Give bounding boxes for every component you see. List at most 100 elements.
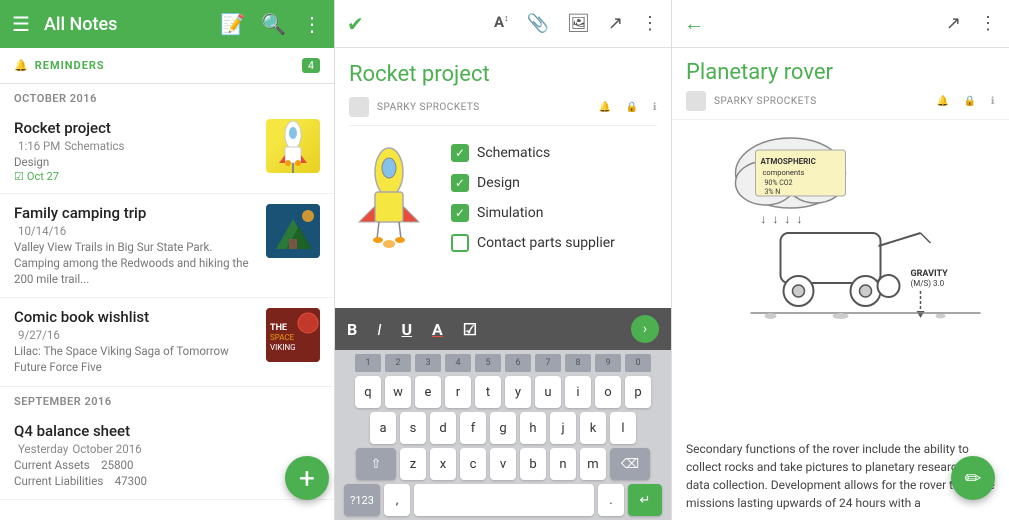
key-n[interactable]: n (550, 448, 576, 480)
key-i[interactable]: i (565, 376, 591, 408)
key-t[interactable]: t (475, 376, 501, 408)
key-j[interactable]: j (550, 412, 576, 444)
edit-note-fab[interactable]: ✏ (951, 456, 995, 500)
note-content-balance: Q4 balance sheet YesterdayOctober 2016 C… (14, 422, 320, 489)
kb-numbers-row: 1 2 3 4 5 6 7 8 9 0 (337, 354, 669, 372)
check-icon[interactable]: ✔ (347, 12, 364, 36)
key-a[interactable]: a (370, 412, 396, 444)
key-numbers[interactable]: ?123 (344, 484, 380, 516)
key-enter[interactable]: ↵ (628, 484, 662, 516)
key-period[interactable]: . (598, 484, 624, 516)
format-next-arrow[interactable]: › (631, 315, 659, 343)
key-space[interactable] (414, 484, 594, 516)
checkbox-2[interactable] (451, 204, 469, 222)
checkbox-0[interactable] (451, 144, 469, 162)
lock-icon[interactable]: 🔒 (626, 102, 639, 113)
key-e[interactable]: e (415, 376, 441, 408)
note-item-comic[interactable]: Comic book wishlist 9/27/16 Lilac: The S… (0, 298, 334, 386)
bold-button[interactable]: B (347, 320, 357, 339)
more-mid-icon[interactable]: ⋮ (641, 13, 659, 34)
check-item-2[interactable]: Simulation (451, 204, 657, 222)
mid-meta-actions: 🔔 🔒 ℹ (599, 102, 657, 113)
mid-toolbar: ✔ A↕ 📎 🖼 ↗ ⋮ (335, 0, 671, 48)
section-header-october: OCTOBER 2016 (0, 84, 334, 109)
key-o[interactable]: o (595, 376, 621, 408)
italic-button[interactable]: I (377, 320, 381, 339)
back-arrow-icon[interactable]: ← (684, 11, 704, 36)
right-note-title: Planetary rover (672, 48, 1009, 91)
note-item-rocket[interactable]: Rocket project 1:16 PMSchematics Design … (0, 109, 334, 194)
checkbox-1[interactable] (451, 174, 469, 192)
kb-row-bottom: ?123 , . ↵ (337, 484, 669, 516)
mid-note-meta: SPARKY SPROCKETS 🔔 🔒 ℹ (349, 97, 657, 126)
check-item-3[interactable]: Contact parts supplier (451, 234, 657, 252)
section-header-september: SEPTEMBER 2016 (0, 387, 334, 412)
info-icon[interactable]: ℹ (653, 102, 657, 113)
key-s[interactable]: s (400, 412, 426, 444)
key-d[interactable]: d (430, 412, 456, 444)
key-k[interactable]: k (580, 412, 606, 444)
key-c[interactable]: c (460, 448, 486, 480)
key-v[interactable]: v (490, 448, 516, 480)
right-alarm-icon[interactable]: 🔔 (937, 96, 950, 107)
note-item-balance[interactable]: Q4 balance sheet YesterdayOctober 2016 C… (0, 412, 334, 500)
reminders-bar[interactable]: 🔔 REMINDERS 4 (0, 48, 334, 84)
note-title-comic: Comic book wishlist (14, 308, 256, 326)
share-icon[interactable]: ↗ (608, 13, 623, 34)
note-snippet-rocket: Design (14, 154, 256, 170)
right-info-icon[interactable]: ℹ (991, 96, 995, 107)
menu-icon[interactable]: ☰ (12, 12, 30, 36)
note-thumb-comic: THE SPACE VIKING (266, 308, 320, 362)
note-item-camping[interactable]: Family camping trip 10/14/16 Valley View… (0, 194, 334, 298)
alarm-icon[interactable]: 🔔 (599, 102, 612, 113)
svg-text:↓: ↓ (797, 212, 803, 226)
check-item-0[interactable]: Schematics (451, 144, 657, 162)
left-panel: ☰ All Notes 📝 🔍 ⋮ 🔔 REMINDERS 4 OCTOBER … (0, 0, 335, 520)
more-icon[interactable]: ⋮ (302, 12, 322, 36)
key-q[interactable]: q (355, 376, 381, 408)
key-g[interactable]: g (490, 412, 516, 444)
key-r[interactable]: r (445, 376, 471, 408)
note-snippet-comic: Lilac: The Space Viking Saga of Tomorrow… (14, 343, 256, 375)
app-title: All Notes (44, 14, 206, 35)
key-m[interactable]: m (580, 448, 606, 480)
key-shift[interactable]: ⇧ (356, 448, 396, 480)
svg-text:90% CO2: 90% CO2 (765, 179, 793, 187)
key-l[interactable]: l (610, 412, 636, 444)
font-icon[interactable]: A↕ (494, 13, 509, 34)
rover-drawing: ATMOSPHERIC components 90% CO2 3% N ↓ ↓ … (672, 120, 1009, 432)
right-toolbar-right: ↗ ⋮ (946, 13, 997, 34)
key-backspace[interactable]: ⌫ (610, 448, 650, 480)
key-y[interactable]: y (505, 376, 531, 408)
search-icon[interactable]: 🔍 (261, 12, 286, 36)
key-p[interactable]: p (625, 376, 651, 408)
key-z[interactable]: z (400, 448, 426, 480)
checkbox-3[interactable] (451, 234, 469, 252)
add-note-fab[interactable]: + (285, 456, 329, 500)
key-w[interactable]: w (385, 376, 411, 408)
font-color-button[interactable]: A (432, 320, 443, 339)
checkbox-button[interactable]: ☑ (463, 320, 477, 339)
key-comma[interactable]: , (384, 484, 410, 516)
check-item-1[interactable]: Design (451, 174, 657, 192)
svg-text:3% N: 3% N (765, 188, 781, 196)
share-right-icon[interactable]: ↗ (946, 13, 961, 34)
note-snippet-balance: Current Assets 25800 Current Liabilities… (14, 457, 320, 489)
compose-icon[interactable]: 📝 (220, 12, 245, 36)
key-f[interactable]: f (460, 412, 486, 444)
more-right-icon[interactable]: ⋮ (979, 13, 997, 34)
note-title-rocket: Rocket project (14, 119, 256, 137)
image-icon[interactable]: 🖼 (567, 13, 590, 34)
key-b[interactable]: b (520, 448, 546, 480)
svg-text:↓: ↓ (785, 212, 791, 226)
note-title-camping: Family camping trip (14, 204, 256, 222)
notebook-name: SPARKY SPROCKETS (377, 102, 480, 113)
underline-button[interactable]: U (401, 320, 412, 339)
key-u[interactable]: u (535, 376, 561, 408)
key-h[interactable]: h (520, 412, 546, 444)
mid-note-title: Rocket project (349, 62, 657, 87)
attach-icon[interactable]: 📎 (527, 13, 549, 34)
right-lock-icon[interactable]: 🔒 (964, 96, 977, 107)
key-x[interactable]: x (430, 448, 456, 480)
right-toolbar: ← ↗ ⋮ (672, 0, 1009, 48)
